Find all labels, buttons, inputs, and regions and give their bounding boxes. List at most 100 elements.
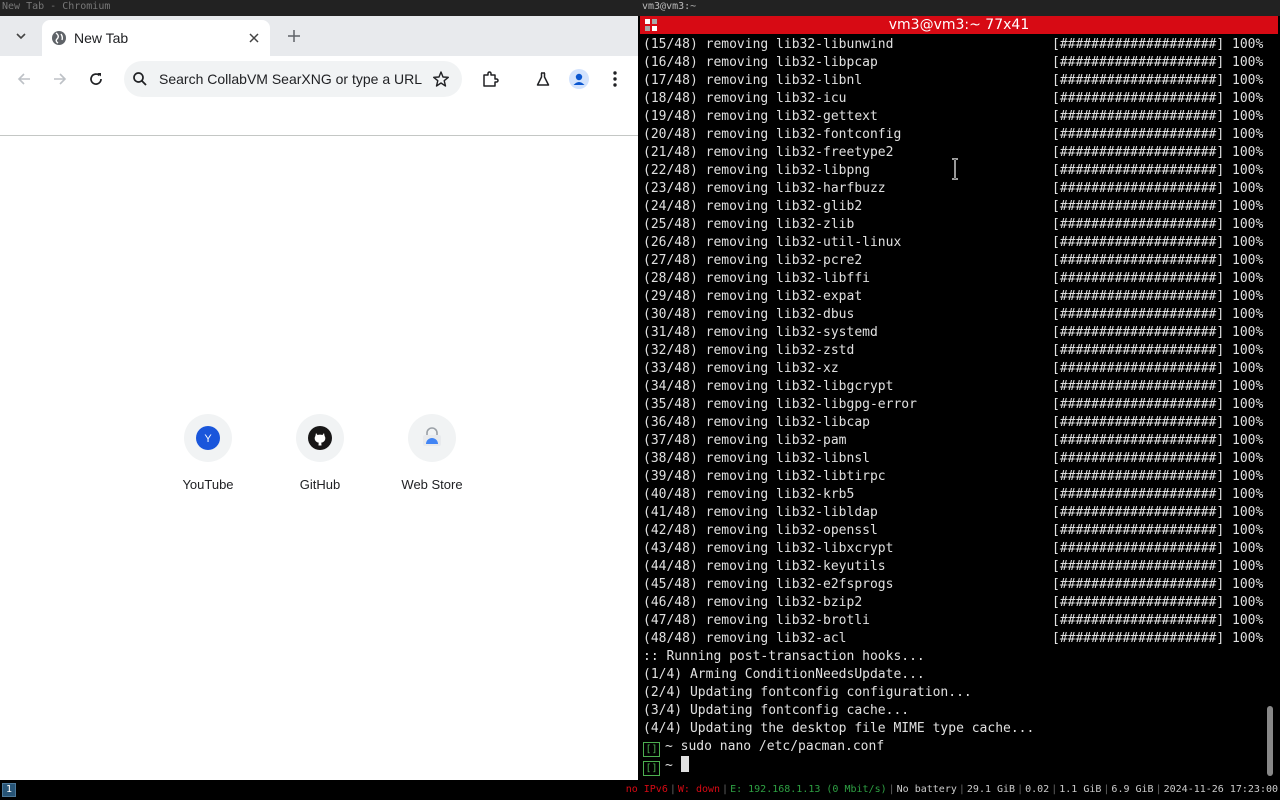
progress-percent: 100%	[1232, 505, 1264, 520]
progress-text: [####################] 100%	[1052, 270, 1263, 288]
progress-text: [####################] 100%	[1052, 576, 1263, 594]
removal-text: (37/48) removing lib32-pam	[643, 433, 847, 448]
terminal-line: (17/48) removing lib32-libnl [###########…	[643, 72, 1263, 90]
scrollbar-thumb[interactable]	[1267, 706, 1273, 776]
terminal-line: :: Running post-transaction hooks...	[643, 649, 925, 664]
progress-text: [####################] 100%	[1052, 198, 1263, 216]
reload-button[interactable]	[80, 63, 112, 95]
removal-text: (45/48) removing lib32-e2fsprogs	[643, 577, 894, 592]
shortcut-label: YouTube	[182, 477, 234, 492]
status-item: E: 192.168.1.13 (0 Mbit/s)	[730, 784, 887, 795]
chromium-window: New Tab Search CollabVM SearXNG or type …	[0, 16, 638, 780]
progress-percent: 100%	[1232, 613, 1264, 628]
terminal-line: (24/48) removing lib32-glib2 [###########…	[643, 198, 1263, 216]
prompt-line: [] ~ sudo nano /etc/pacman.conf	[643, 738, 1263, 757]
labs-button[interactable]	[527, 63, 559, 95]
progress-text: [####################] 100%	[1052, 108, 1263, 126]
new-tab-button[interactable]	[282, 24, 306, 48]
removal-text: (20/48) removing lib32-fontconfig	[643, 127, 902, 142]
progress-percent: 100%	[1232, 73, 1264, 88]
menu-button[interactable]	[599, 63, 631, 95]
progress-percent: 100%	[1232, 631, 1264, 646]
progress-text: [####################] 100%	[1052, 558, 1263, 576]
forward-button[interactable]	[44, 63, 76, 95]
back-button[interactable]	[8, 63, 40, 95]
progress-percent: 100%	[1232, 307, 1264, 322]
removal-text: (26/48) removing lib32-util-linux	[643, 235, 902, 250]
progress-text: [####################] 100%	[1052, 36, 1263, 54]
shortcut-github[interactable]: GitHub	[264, 414, 376, 504]
terminal-scrollbar[interactable]	[1265, 36, 1275, 778]
extensions-button[interactable]	[474, 63, 506, 95]
plus-icon	[288, 30, 300, 42]
tab-title: New Tab	[74, 30, 129, 46]
removal-text: (48/48) removing lib32-acl	[643, 631, 847, 646]
omnibox[interactable]: Search CollabVM SearXNG or type a URL	[124, 61, 462, 97]
progress-bar-text: [####################]	[1052, 181, 1225, 196]
progress-bar-text: [####################]	[1052, 127, 1225, 142]
progress-spacer	[1224, 289, 1232, 304]
tab-search-button[interactable]	[8, 24, 34, 48]
status-item: No battery	[896, 784, 957, 795]
removal-text: (40/48) removing lib32-krb5	[643, 487, 855, 502]
progress-spacer	[1224, 613, 1232, 628]
progress-bar-text: [####################]	[1052, 451, 1225, 466]
profile-button[interactable]	[563, 63, 595, 95]
progress-bar-text: [####################]	[1052, 433, 1225, 448]
terminal-title: vm3@vm3:~ 77x41	[888, 17, 1030, 33]
shortcut-label: Web Store	[401, 477, 463, 492]
removal-text: (19/48) removing lib32-gettext	[643, 109, 878, 124]
shortcut-icon-container: Y	[184, 414, 232, 462]
removal-text: (38/48) removing lib32-libnsl	[643, 451, 870, 466]
progress-text: [####################] 100%	[1052, 288, 1263, 306]
progress-spacer	[1224, 577, 1232, 592]
progress-bar-text: [####################]	[1052, 73, 1225, 88]
removal-text: (15/48) removing lib32-libunwind	[643, 37, 894, 52]
removal-text: (24/48) removing lib32-glib2	[643, 199, 863, 214]
progress-spacer	[1224, 163, 1232, 178]
status-separator: |	[1017, 784, 1024, 795]
command-text: sudo nano /etc/pacman.conf	[680, 739, 885, 754]
terminal-line: (42/48) removing lib32-openssl [#########…	[643, 522, 1263, 540]
progress-bar-text: [####################]	[1052, 541, 1225, 556]
terminal-line: (29/48) removing lib32-expat [###########…	[643, 288, 1263, 306]
progress-percent: 100%	[1232, 595, 1264, 610]
workspace-button[interactable]: 1	[2, 783, 16, 797]
status-item: 0.02	[1025, 784, 1050, 795]
progress-bar-text: [####################]	[1052, 37, 1225, 52]
active-prompt-line[interactable]: [] ~	[643, 756, 1263, 776]
progress-bar-text: [####################]	[1052, 577, 1225, 592]
terminal-menu-icon[interactable]	[645, 19, 657, 31]
progress-bar-text: [####################]	[1052, 163, 1225, 178]
removal-text: (41/48) removing lib32-libldap	[643, 505, 878, 520]
tab-new-tab[interactable]: New Tab	[42, 20, 270, 56]
star-icon[interactable]	[432, 70, 450, 88]
progress-percent: 100%	[1232, 523, 1264, 538]
terminal-window[interactable]: vm3@vm3:~ 77x41 (15/48) removing lib32-l…	[640, 16, 1280, 780]
terminal-line: (37/48) removing lib32-pam [#############…	[643, 432, 1263, 450]
progress-text: [####################] 100%	[1052, 126, 1263, 144]
progress-text: [####################] 100%	[1052, 234, 1263, 252]
terminal-line: (27/48) removing lib32-pcre2 [###########…	[643, 252, 1263, 270]
progress-spacer	[1224, 469, 1232, 484]
shortcut-web-store[interactable]: Web Store	[376, 414, 488, 504]
progress-bar-text: [####################]	[1052, 559, 1225, 574]
shortcut-youtube[interactable]: Y YouTube	[152, 414, 264, 504]
removal-text: (47/48) removing lib32-brotli	[643, 613, 870, 628]
removal-text: (31/48) removing lib32-systemd	[643, 325, 878, 340]
omnibox-placeholder: Search CollabVM SearXNG or type a URL	[159, 71, 422, 87]
terminal-line: (46/48) removing lib32-bzip2 [###########…	[643, 594, 1263, 612]
close-icon	[249, 33, 259, 43]
status-item: no IPv6	[625, 784, 668, 795]
shortcut-icon-container	[408, 414, 456, 462]
progress-spacer	[1224, 595, 1232, 610]
progress-bar-text: [####################]	[1052, 595, 1225, 610]
progress-bar-text: [####################]	[1052, 379, 1225, 394]
progress-percent: 100%	[1232, 433, 1264, 448]
webstore-icon	[423, 427, 441, 446]
terminal-line: (45/48) removing lib32-e2fsprogs [#######…	[643, 576, 1263, 594]
tab-close-button[interactable]	[244, 28, 264, 48]
removal-text: (43/48) removing lib32-libxcrypt	[643, 541, 894, 556]
terminal-line: (19/48) removing lib32-gettext [#########…	[643, 108, 1263, 126]
removal-text: (17/48) removing lib32-libnl	[643, 73, 863, 88]
